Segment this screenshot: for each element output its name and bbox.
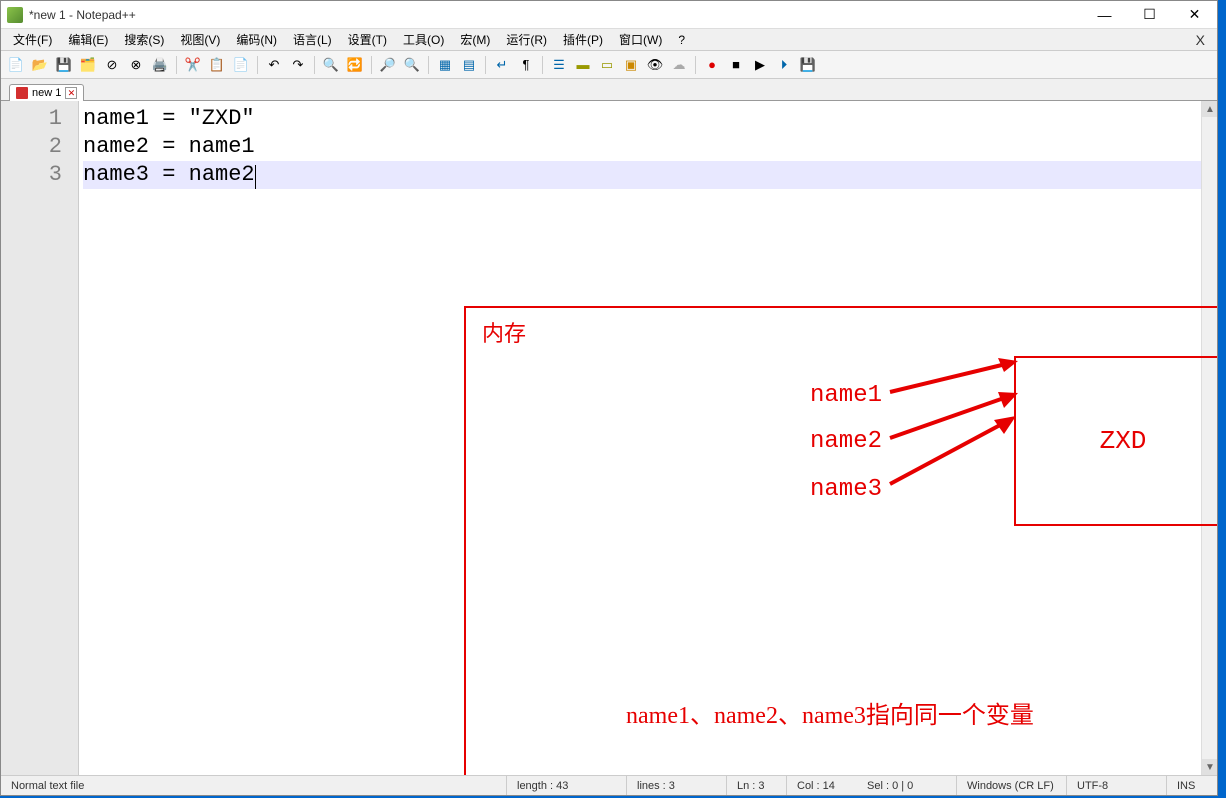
- code-line[interactable]: name1 = "ZXD": [83, 105, 1217, 133]
- monitor-icon[interactable]: 👁: [644, 54, 666, 76]
- line-number: 2: [1, 133, 62, 161]
- close-file-icon[interactable]: ⊘: [101, 54, 123, 76]
- var-label-3: name3: [810, 476, 882, 504]
- status-eol: Windows (CR LF): [957, 776, 1067, 795]
- save-all-icon[interactable]: 🗂️: [77, 54, 99, 76]
- print-icon[interactable]: 🖨️: [149, 54, 171, 76]
- scroll-up-icon[interactable]: ▲: [1202, 101, 1217, 117]
- folder-view-icon[interactable]: ▣: [620, 54, 642, 76]
- close-all-icon[interactable]: ⊗: [125, 54, 147, 76]
- play-multi-icon[interactable]: ⏵: [773, 54, 795, 76]
- value-box: ZXD: [1014, 356, 1217, 526]
- var-label-2: name2: [810, 428, 882, 456]
- menu-help[interactable]: ?: [670, 31, 693, 49]
- stop-macro-icon[interactable]: ■: [725, 54, 747, 76]
- menubar: 文件(F) 编辑(E) 搜索(S) 视图(V) 编码(N) 语言(L) 设置(T…: [1, 29, 1217, 51]
- separator: [428, 56, 429, 74]
- code-line-active[interactable]: name3 = name2: [83, 161, 1217, 189]
- status-length: length : 43: [507, 776, 627, 795]
- separator: [176, 56, 177, 74]
- save-icon[interactable]: 💾: [53, 54, 75, 76]
- menu-language[interactable]: 语言(L): [285, 29, 340, 50]
- status-encoding: UTF-8: [1067, 776, 1167, 795]
- app-window: *new 1 - Notepad++ — ☐ ✕ 文件(F) 编辑(E) 搜索(…: [0, 0, 1218, 796]
- menu-macro[interactable]: 宏(M): [452, 29, 498, 50]
- menu-plugins[interactable]: 插件(P): [555, 29, 611, 50]
- arrow-3-icon: [886, 408, 1022, 488]
- word-wrap-icon[interactable]: ↵: [491, 54, 513, 76]
- play-macro-icon[interactable]: ▶: [749, 54, 771, 76]
- tabbar: new 1 ✕: [1, 79, 1217, 101]
- find-icon[interactable]: 🔍: [320, 54, 342, 76]
- status-mode: INS: [1167, 776, 1217, 795]
- separator: [314, 56, 315, 74]
- menu-file[interactable]: 文件(F): [5, 29, 60, 50]
- editor[interactable]: 1 2 3 name1 = "ZXD" name2 = name1 name3 …: [1, 101, 1217, 775]
- text-cursor: [255, 165, 256, 189]
- replace-icon[interactable]: 🔁: [344, 54, 366, 76]
- zoom-out-icon[interactable]: 🔍: [401, 54, 423, 76]
- tab-modified-icon: [16, 87, 28, 99]
- tab-active[interactable]: new 1 ✕: [9, 84, 84, 101]
- maximize-button[interactable]: ☐: [1127, 1, 1172, 29]
- separator: [485, 56, 486, 74]
- diagram-caption: name1、name2、name3指向同一个变量: [626, 702, 1034, 730]
- window-title: *new 1 - Notepad++: [29, 8, 1082, 22]
- redo-icon[interactable]: ↷: [287, 54, 309, 76]
- separator: [371, 56, 372, 74]
- status-ln: Ln : 3: [727, 776, 787, 795]
- paste-icon[interactable]: 📄: [230, 54, 252, 76]
- separator: [257, 56, 258, 74]
- undo-icon[interactable]: ↶: [263, 54, 285, 76]
- menu-edit[interactable]: 编辑(E): [60, 29, 116, 50]
- menu-encoding[interactable]: 编码(N): [228, 29, 285, 50]
- save-macro-icon[interactable]: 💾: [797, 54, 819, 76]
- status-filetype: Normal text file: [1, 776, 507, 795]
- func-list-icon[interactable]: ▭: [596, 54, 618, 76]
- cloud-icon[interactable]: ☁: [668, 54, 690, 76]
- titlebar: *new 1 - Notepad++ — ☐ ✕: [1, 1, 1217, 29]
- show-chars-icon[interactable]: ¶: [515, 54, 537, 76]
- copy-icon[interactable]: 📋: [206, 54, 228, 76]
- close-button[interactable]: ✕: [1172, 1, 1217, 29]
- separator: [695, 56, 696, 74]
- minimize-button[interactable]: —: [1082, 1, 1127, 29]
- code-area[interactable]: name1 = "ZXD" name2 = name1 name3 = name…: [79, 101, 1217, 775]
- sync-v-icon[interactable]: ▦: [434, 54, 456, 76]
- menu-settings[interactable]: 设置(T): [340, 29, 395, 50]
- window-controls: — ☐ ✕: [1082, 1, 1217, 29]
- line-number-gutter: 1 2 3: [1, 101, 79, 775]
- toolbar: 📄 📂 💾 🗂️ ⊘ ⊗ 🖨️ ✂️ 📋 📄 ↶ ↷ 🔍 🔁 🔎 🔍 ▦ ▤ ↵…: [1, 51, 1217, 79]
- status-col: Col : 14: [787, 776, 857, 795]
- statusbar: Normal text file length : 43 lines : 3 L…: [1, 775, 1217, 795]
- var-label-1: name1: [810, 382, 882, 410]
- open-file-icon[interactable]: 📂: [29, 54, 51, 76]
- indent-guide-icon[interactable]: ☰: [548, 54, 570, 76]
- sync-h-icon[interactable]: ▤: [458, 54, 480, 76]
- status-lines: lines : 3: [627, 776, 727, 795]
- code-line[interactable]: name2 = name1: [83, 133, 1217, 161]
- line-number: 1: [1, 105, 62, 133]
- menu-search[interactable]: 搜索(S): [116, 29, 172, 50]
- line-number: 3: [1, 161, 62, 189]
- status-sel: Sel : 0 | 0: [857, 776, 957, 795]
- menu-window[interactable]: 窗口(W): [611, 29, 670, 50]
- menu-tools[interactable]: 工具(O): [395, 29, 452, 50]
- tab-close-icon[interactable]: ✕: [65, 87, 77, 99]
- memory-diagram: 内存 ZXD name1 name2 name3: [464, 306, 1217, 775]
- new-file-icon[interactable]: 📄: [5, 54, 27, 76]
- zoom-in-icon[interactable]: 🔎: [377, 54, 399, 76]
- record-macro-icon[interactable]: ●: [701, 54, 723, 76]
- app-icon: [7, 7, 23, 23]
- separator: [542, 56, 543, 74]
- cut-icon[interactable]: ✂️: [182, 54, 204, 76]
- diagram-title: 内存: [482, 320, 526, 348]
- doc-map-icon[interactable]: ▬: [572, 54, 594, 76]
- menu-run[interactable]: 运行(R): [498, 29, 555, 50]
- menu-view[interactable]: 视图(V): [172, 29, 228, 50]
- value-text: ZXD: [1100, 427, 1147, 455]
- menubar-close-icon[interactable]: X: [1188, 32, 1213, 48]
- tab-label: new 1: [32, 87, 61, 99]
